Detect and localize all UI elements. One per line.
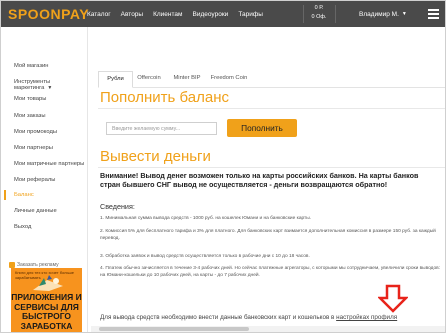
active-indicator (4, 190, 6, 200)
balance-indicator[interactable]: 0 Р. 0 Оф. (307, 4, 331, 22)
tab-rubles[interactable]: Рубли (98, 71, 133, 88)
topup-title: Пополнить баланс (100, 89, 229, 106)
top-bar: SPOONPAY Каталог Авторы Клиентам Видеоур… (1, 1, 445, 27)
arrow-down-icon (378, 284, 408, 313)
logo[interactable]: SPOONPAY (8, 6, 89, 22)
tab-freedom-coin[interactable]: Freedom Coin (209, 71, 249, 86)
sidebar-item-my-promocodes[interactable]: Мои промокоды (14, 129, 57, 135)
tab-minter-bip[interactable]: Minter BIP (170, 71, 204, 86)
user-menu[interactable]: Владимир М. ▼ (359, 1, 407, 27)
info-item: 3. Обработка заявок и вывод средств осущ… (100, 254, 310, 259)
profile-settings-link[interactable]: настройках профиля (336, 314, 397, 321)
nav-tariffs[interactable]: Тарифы (238, 11, 263, 18)
bottom-note-text: Для вывода средств необходимо внести дан… (100, 314, 335, 321)
chevron-down-icon: ▼ (47, 85, 53, 91)
sidebar-item-my-partners[interactable]: Мои партнеры (14, 145, 53, 151)
balance-rub: 0 Р. (314, 5, 324, 11)
sidebar: Мой магазин Инструменты маркетинга ▼ Мои … (1, 27, 88, 332)
nav-video-lessons[interactable]: Видеоуроки (193, 11, 229, 18)
divider (98, 167, 445, 168)
promo-title: ПРИЛОЖЕНИЯ И СЕРВИСЫ ДЛЯ БЫСТРОГО ЗАРАБО… (11, 292, 82, 331)
promo-banner[interactable]: Книги для тех кто хочет больше зарабатыв… (11, 268, 82, 332)
info-item: 2. Комиссия 5% для бесплатного тарифа и … (100, 229, 436, 241)
sidebar-item-personal-data[interactable]: Личные данные (14, 208, 57, 214)
nav-authors[interactable]: Авторы (121, 11, 143, 18)
scrollbar-thumb[interactable] (99, 327, 249, 331)
withdraw-title: Вывести деньги (100, 148, 211, 165)
balance-coin: 0 Оф. (311, 14, 327, 20)
info-item: 1. Минимальная сумма вывода средств - 10… (100, 216, 312, 221)
currency-tabs: Рубли Offercoin Minter BIP Freedom Coin (98, 71, 445, 88)
sidebar-item-my-products[interactable]: Мои товары (14, 96, 46, 102)
sidebar-item-my-orders[interactable]: Мои заказы (14, 113, 46, 119)
sidebar-item-balance[interactable]: Баланс (14, 192, 34, 198)
chevron-down-icon: ▼ (401, 11, 407, 17)
divider (335, 5, 336, 23)
sidebar-item-label: Инструменты маркетинга (14, 79, 51, 91)
sidebar-item-my-referrals[interactable]: Мои рефералы (14, 177, 55, 183)
horizontal-scrollbar[interactable] (91, 326, 445, 332)
book-illustration-icon (33, 275, 63, 291)
app-window: SPOONPAY Каталог Авторы Клиентам Видеоур… (0, 0, 446, 333)
username: Владимир М. (359, 10, 399, 18)
info-item: 4. Платеж обычно зачисляется в течение 3… (100, 266, 441, 278)
main-nav: Каталог Авторы Клиентам Видеоуроки Тариф… (87, 1, 273, 27)
sidebar-item-logout[interactable]: Выход (14, 224, 31, 230)
sidebar-item-my-shop[interactable]: Мой магазин (14, 63, 48, 69)
sidebar-item-matrix-partners[interactable]: Мои матричные партнеры (14, 161, 84, 167)
sidebar-item-marketing-tools[interactable]: Инструменты маркетинга ▼ (14, 79, 87, 91)
withdraw-settings-note: Для вывода средств необходимо внести дан… (100, 314, 397, 321)
withdraw-warning: Внимание! Вывод денег возможен только на… (100, 171, 419, 190)
topup-button[interactable]: Пополнить (227, 119, 297, 137)
info-heading: Сведения: (100, 202, 135, 211)
hamburger-menu-icon[interactable] (428, 9, 439, 19)
nav-catalog[interactable]: Каталог (87, 11, 111, 18)
divider (98, 108, 445, 109)
divider (303, 5, 304, 23)
amount-input[interactable] (106, 122, 217, 135)
tab-offercoin[interactable]: Offercoin (133, 71, 165, 86)
nav-clients[interactable]: Клиентам (153, 11, 182, 18)
